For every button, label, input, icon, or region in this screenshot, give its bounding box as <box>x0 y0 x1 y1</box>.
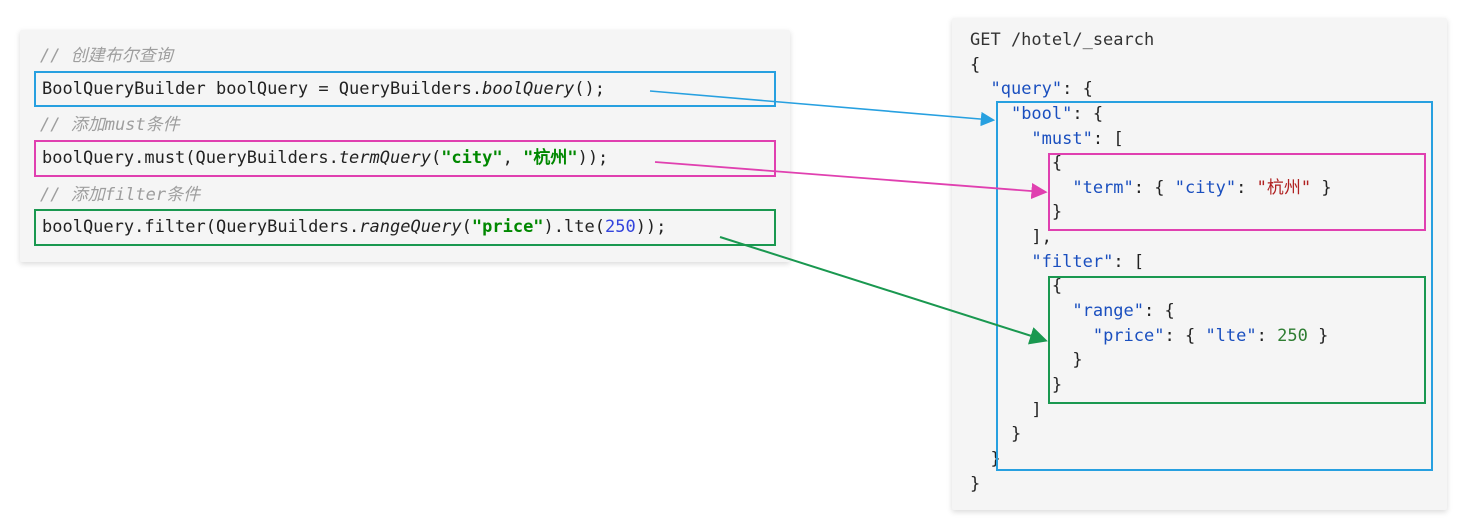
comment-add-filter: // 添加filter条件 <box>34 179 776 210</box>
code-method: rangeQuery <box>359 217 461 237</box>
code-number: 250 <box>605 217 636 237</box>
json-brace: { <box>966 274 1433 299</box>
json-brace: { <box>966 151 1433 176</box>
json-term-line: "term": { "city": "杭州" } <box>966 176 1433 201</box>
code-text: , <box>503 148 523 168</box>
json-brace: } <box>966 422 1433 447</box>
code-text: )); <box>578 148 609 168</box>
json-brace: } <box>966 472 1433 497</box>
request-line: GET /hotel/_search <box>966 28 1433 53</box>
code-text: ( <box>462 217 472 237</box>
code-method: termQuery <box>339 148 431 168</box>
json-must-key: "must": [ <box>966 127 1433 152</box>
code-method: boolQuery <box>482 79 574 99</box>
code-text: boolQuery.must(QueryBuilders. <box>42 148 339 168</box>
code-text: (); <box>574 79 605 99</box>
json-bracket: ] <box>966 398 1433 423</box>
code-string: "杭州" <box>523 148 577 168</box>
code-string: "city" <box>441 148 502 168</box>
code-text: boolQuery.filter(QueryBuilders. <box>42 217 359 237</box>
json-dsl-panel: GET /hotel/_search { "query": { "bool": … <box>952 18 1447 510</box>
java-line-filter: boolQuery.filter(QueryBuilders.rangeQuer… <box>34 209 776 246</box>
json-range-key: "range": { <box>966 299 1433 324</box>
code-string: "price" <box>472 217 544 237</box>
java-line-must: boolQuery.must(QueryBuilders.termQuery("… <box>34 140 776 177</box>
json-brace: } <box>966 373 1433 398</box>
java-line-boolquery: BoolQueryBuilder boolQuery = QueryBuilde… <box>34 71 776 108</box>
java-code-panel: // 创建布尔查询 BoolQueryBuilder boolQuery = Q… <box>20 30 790 262</box>
code-text: ( <box>431 148 441 168</box>
json-brace: } <box>966 348 1433 373</box>
json-brace: { <box>966 53 1433 78</box>
json-bool-key: "bool": { <box>966 102 1433 127</box>
json-filter-key: "filter": [ <box>966 250 1433 275</box>
json-bracket: ], <box>966 225 1433 250</box>
json-brace: } <box>966 200 1433 225</box>
code-text: ).lte( <box>544 217 605 237</box>
json-price-line: "price": { "lte": 250 } <box>966 324 1433 349</box>
comment-add-must: // 添加must条件 <box>34 109 776 140</box>
json-query-key: "query": { <box>966 77 1433 102</box>
comment-create-bool: // 创建布尔查询 <box>34 40 776 71</box>
code-text: BoolQueryBuilder boolQuery = QueryBuilde… <box>42 79 482 99</box>
json-brace: } <box>966 447 1433 472</box>
code-text: )); <box>636 217 667 237</box>
